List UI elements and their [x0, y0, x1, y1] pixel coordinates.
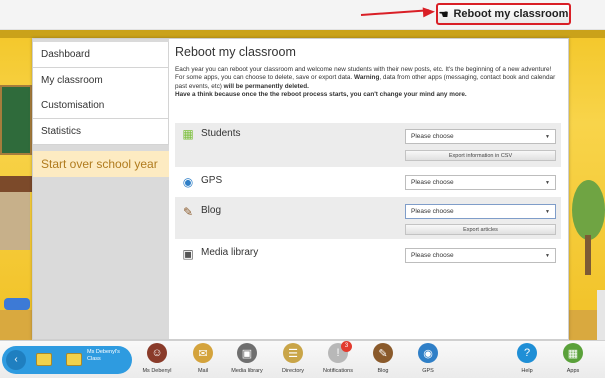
media-library-icon: ▣ — [237, 343, 257, 363]
dock-app-notifications[interactable]: ! 3 Notifications — [315, 341, 361, 374]
pointer-hand-icon: ☚ — [438, 8, 449, 21]
reboot-classroom-button-label: Reboot my classroom — [453, 8, 569, 20]
dock-app-directory[interactable]: ☰ Directory — [270, 343, 316, 374]
notification-count-badge: 3 — [341, 341, 352, 352]
students-section: ▦ Students Please choose ▼ Export informa… — [175, 123, 561, 167]
house-illustration — [0, 176, 38, 250]
help-icon: ? — [517, 343, 537, 363]
apps-grid-icon: ▦ — [563, 343, 583, 363]
settings-panel: Dashboard My classroom Customisation Sta… — [32, 38, 569, 340]
sidebar-item-statistics[interactable]: Statistics — [33, 119, 169, 145]
sidebar-item-customisation[interactable]: Customisation — [33, 93, 169, 119]
media-library-section: ▣ Media library Please choose ▼ — [175, 239, 561, 269]
class-icon — [66, 353, 82, 366]
gps-section: ◉ GPS Please choose ▼ — [175, 167, 561, 197]
media-library-section-title: Media library — [201, 247, 259, 258]
bottom-dock: ‹ Ms Debenyl's Class ☺ Ms Debenyl ✉ Mail… — [0, 340, 605, 378]
description-intro: Each year you can reboot your classroom … — [175, 66, 552, 73]
chalkboard-illustration — [0, 85, 32, 155]
reboot-classroom-button[interactable]: ☚ Reboot my classroom — [436, 3, 571, 25]
class-name: Ms Debenyl's Class — [87, 349, 120, 362]
warning-text: Warning — [354, 74, 380, 82]
directory-icon: ☰ — [283, 343, 303, 363]
dock-app-media-library[interactable]: ▣ Media library — [224, 343, 270, 374]
page-scrollbar[interactable] — [597, 290, 605, 340]
chevron-down-icon: ▼ — [545, 209, 550, 215]
description-warning-paragraph: For some apps, you can choose to delete,… — [175, 74, 556, 90]
sidebar-item-my-classroom[interactable]: My classroom — [33, 68, 169, 94]
avatar-icon: ☺ — [147, 343, 167, 363]
ceiling-beam — [0, 30, 605, 38]
students-option-select[interactable]: Please choose ▼ — [405, 129, 556, 144]
blog-section-title: Blog — [201, 205, 222, 216]
export-articles-button[interactable]: Export articles — [405, 224, 556, 235]
settings-sidebar: Dashboard My classroom Customisation Sta… — [33, 39, 169, 339]
dock-app-apps[interactable]: ▦ Apps — [550, 343, 596, 374]
media-library-icon: ▣ — [182, 247, 194, 261]
students-icon: ▦ — [182, 127, 194, 141]
annotation-arrow-line — [360, 9, 429, 16]
gps-section-title: GPS — [201, 175, 223, 186]
chevron-down-icon: ▼ — [545, 253, 550, 259]
mail-icon: ✉ — [193, 343, 213, 363]
dock-app-help[interactable]: ? Help — [504, 343, 550, 374]
export-csv-button[interactable]: Export information in CSV — [405, 150, 556, 161]
blog-option-select[interactable]: Please choose ▼ — [405, 204, 556, 219]
back-arrow-icon[interactable]: ‹ — [6, 350, 26, 370]
sidebar-item-dashboard[interactable]: Dashboard — [33, 42, 169, 68]
dock-app-blog[interactable]: ✎ Blog — [360, 343, 406, 374]
blog-icon: ✎ — [182, 205, 194, 219]
annotation-arrow-head — [422, 6, 436, 18]
globe-icon: ◉ — [418, 343, 438, 363]
car-illustration — [4, 298, 30, 310]
top-bar: ☚ Reboot my classroom — [0, 0, 605, 30]
class-icon — [36, 353, 52, 366]
blog-icon: ✎ — [373, 343, 393, 363]
dock-app-gps[interactable]: ◉ GPS — [405, 343, 451, 374]
media-library-option-select[interactable]: Please choose ▼ — [405, 248, 556, 263]
class-switcher[interactable]: ‹ Ms Debenyl's Class — [2, 346, 132, 374]
reboot-content: Reboot my classroom Each year you can re… — [175, 39, 565, 339]
dock-app-mail[interactable]: ✉ Mail — [180, 343, 226, 374]
reboot-description: Each year you can reboot your classroom … — [175, 66, 561, 99]
sidebar-item-start-over-school-year[interactable]: Start over school year — [33, 151, 169, 177]
page-title: Reboot my classroom — [175, 45, 296, 59]
tree-illustration — [572, 180, 605, 240]
chevron-down-icon: ▼ — [545, 134, 550, 140]
dock-app-profile[interactable]: ☺ Ms Debenyl — [134, 343, 180, 374]
students-section-title: Students — [201, 128, 241, 139]
blog-section: ✎ Blog Please choose ▼ Export articles — [175, 197, 561, 239]
gps-option-select[interactable]: Please choose ▼ — [405, 175, 556, 190]
chevron-down-icon: ▼ — [545, 180, 550, 186]
description-final-note: Have a think because once the the reboot… — [175, 90, 467, 98]
globe-icon: ◉ — [182, 175, 194, 189]
tree-trunk-illustration — [585, 235, 591, 275]
